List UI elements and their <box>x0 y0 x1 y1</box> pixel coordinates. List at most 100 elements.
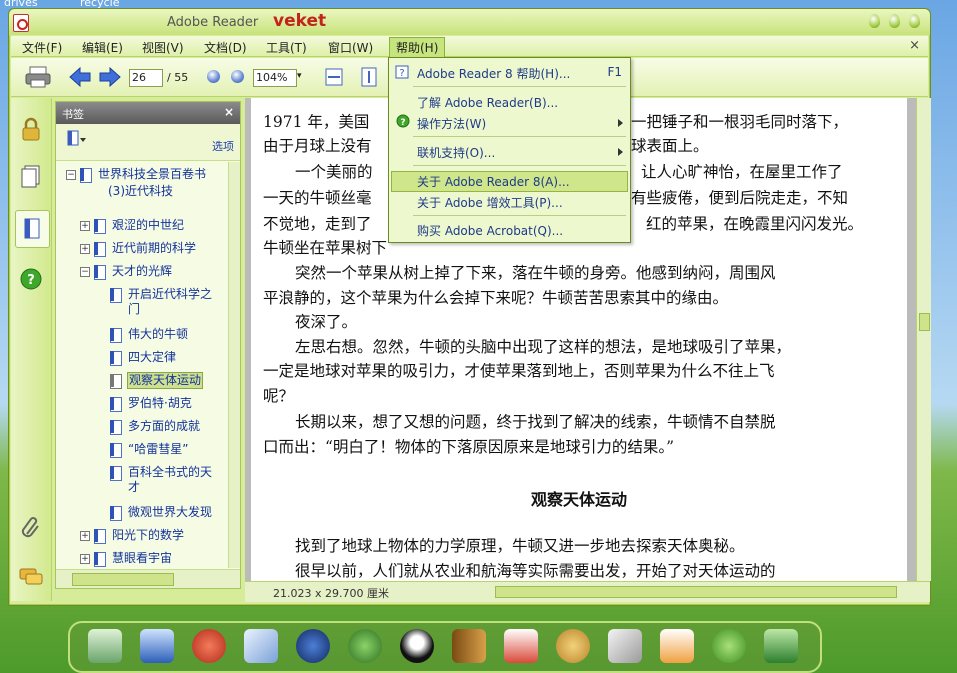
bookmark-item[interactable]: 罗伯特·胡克 <box>128 396 192 411</box>
bookmark-item[interactable]: 微观世界大发现 <box>128 505 212 520</box>
bookmark-item[interactable]: 阳光下的数学 <box>112 528 184 543</box>
menu-view[interactable]: 视图(V) <box>139 39 187 56</box>
expand-icon[interactable]: + <box>80 531 90 541</box>
bookmark-item[interactable]: 慧眼看宇宙 <box>112 551 172 566</box>
camera-icon[interactable] <box>764 629 798 663</box>
zoom-in-icon[interactable] <box>231 70 244 83</box>
scrollbar-thumb[interactable] <box>72 573 174 586</box>
bookmark-icon <box>110 288 122 303</box>
menu-tools[interactable]: 工具(T) <box>263 39 310 56</box>
menu-help[interactable]: 帮助(H) <box>389 37 446 58</box>
bookmark-item-line2[interactable]: 才 <box>128 480 140 495</box>
menu-window[interactable]: 窗口(W) <box>325 39 376 56</box>
pet-icon[interactable] <box>192 629 226 663</box>
menu-item-about-plugins[interactable]: 关于 Adobe 增效工具(P)... <box>417 194 563 211</box>
expand-bookmark-icon[interactable] <box>66 130 88 150</box>
section-heading: 观察天体运动 <box>530 490 627 509</box>
bookmark-item[interactable]: 百科全书式的天 <box>128 465 212 480</box>
bookmark-item[interactable]: 四大定律 <box>128 350 176 365</box>
menu-item-online-support[interactable]: 联机支持(O)... <box>417 144 495 161</box>
menu-edit[interactable]: 编辑(E) <box>79 39 126 56</box>
menu-item-reader-help[interactable]: Adobe Reader 8 帮助(H)... <box>417 65 570 82</box>
close-window-icon[interactable] <box>909 14 920 28</box>
bookmark-item-line2[interactable]: 门 <box>128 302 140 317</box>
palette-icon[interactable] <box>556 629 590 663</box>
media-player-icon[interactable] <box>296 629 330 663</box>
bookmark-item[interactable]: 开启近代科学之 <box>128 287 212 302</box>
doc-line: 夜深了。 <box>295 313 358 331</box>
zoom-select[interactable]: 104% <box>253 69 297 87</box>
scrollbar-thumb[interactable] <box>919 313 930 331</box>
pencil-icon[interactable] <box>244 629 278 663</box>
page-total: / 55 <box>167 71 189 84</box>
menu-bar: 文件(F) 编辑(E) 视图(V) 文档(D) 工具(T) 窗口(W) 帮助(H… <box>11 36 928 58</box>
doc-line: 一定是地球对苹果的吸引力，才使苹果落到地上，否则苹果为什么不往上飞 <box>263 362 775 380</box>
book-icon[interactable] <box>452 629 486 663</box>
bookmarks-horizontal-scrollbar[interactable] <box>56 569 240 588</box>
page-size-label: 21.023 x 29.700 厘米 <box>273 587 389 600</box>
print-icon[interactable] <box>25 65 51 89</box>
chart-icon[interactable] <box>504 629 538 663</box>
collapse-icon[interactable]: − <box>66 170 76 180</box>
forward-arrow-icon[interactable] <box>99 67 121 87</box>
bookmark-item[interactable]: 天才的光辉 <box>112 264 172 279</box>
menu-item-how-to[interactable]: 操作方法(W) <box>417 115 486 132</box>
fit-page-icon[interactable] <box>359 67 379 87</box>
paperclip-icon[interactable] <box>18 514 44 540</box>
document-vertical-scrollbar[interactable] <box>916 98 931 581</box>
close-icon[interactable]: × <box>224 105 234 119</box>
menu-file[interactable]: 文件(F) <box>19 39 65 56</box>
bookmark-item-selected[interactable]: 观察天体运动 <box>127 372 204 389</box>
close-document-icon[interactable]: × <box>909 38 920 53</box>
bookmarks-vertical-scrollbar[interactable] <box>228 162 240 568</box>
expand-icon[interactable]: + <box>80 244 90 254</box>
chevron-down-icon[interactable]: ▾ <box>297 71 302 81</box>
bookmark-icon <box>110 351 122 366</box>
bookmark-item[interactable]: “哈雷彗星” <box>128 442 188 457</box>
menu-item-about-reader[interactable]: 关于 Adobe Reader 8(A)... <box>417 173 570 190</box>
doc-line: 红的苹果，在晚霞里闪闪发光。 <box>646 215 864 233</box>
maximize-icon[interactable] <box>889 14 900 28</box>
zoom-out-icon[interactable] <box>207 70 220 83</box>
menu-document[interactable]: 文档(D) <box>201 39 250 56</box>
expand-icon[interactable]: + <box>80 221 90 231</box>
help-icon[interactable] <box>712 629 746 663</box>
bookmarks-tab[interactable] <box>15 210 50 248</box>
bookmarks-panel: 书签 × 选项 − 世界科技全景百卷书 (3)近代科技 + 艰涩的中世纪 + 近… <box>55 101 241 589</box>
bookmark-item[interactable]: 多方面的成就 <box>128 419 200 434</box>
penguin-icon[interactable] <box>400 629 434 663</box>
usb-drive-icon[interactable] <box>608 629 642 663</box>
doc-line: 左思右想。忽然，牛顿的头脑中出现了这样的想法，是地球吸引了苹果， <box>295 338 792 356</box>
bookmarks-options-button[interactable]: 选项 <box>212 138 234 154</box>
doc-line: 一把锤子和一根羽毛同时落下， <box>631 113 849 131</box>
expand-icon[interactable]: + <box>80 554 90 564</box>
comments-icon[interactable] <box>18 564 44 590</box>
submenu-arrow-icon <box>618 148 623 156</box>
network-users-icon[interactable] <box>348 629 382 663</box>
window-title: Adobe Reader <box>167 15 259 30</box>
status-bar: 21.023 x 29.700 厘米 <box>245 581 930 602</box>
photo-card-icon[interactable] <box>660 629 694 663</box>
bookmark-item[interactable]: 伟大的牛顿 <box>128 327 188 342</box>
collapse-icon[interactable]: − <box>80 267 90 277</box>
page-number-input[interactable]: 26 <box>129 69 163 87</box>
title-bar[interactable]: Adobe Reader veket <box>9 9 930 35</box>
doc-line: 长期以来，想了又想的问题，终于找到了解决的线索，牛顿情不自禁脱 <box>295 413 776 431</box>
menu-separator <box>413 215 626 216</box>
bookmark-item[interactable]: 艰涩的中世纪 <box>112 218 184 233</box>
minimize-icon[interactable] <box>869 14 880 28</box>
fit-width-icon[interactable] <box>324 67 344 87</box>
horizontal-scrollbar-thumb[interactable] <box>495 586 897 598</box>
back-arrow-icon[interactable] <box>69 67 91 87</box>
pages-icon[interactable] <box>18 164 44 190</box>
monitor-icon[interactable] <box>140 629 174 663</box>
bookmark-root-line2[interactable]: (3)近代科技 <box>108 184 173 199</box>
menu-item-buy-acrobat[interactable]: 购买 Adobe Acrobat(Q)... <box>417 222 563 239</box>
bookmark-root[interactable]: 世界科技全景百卷书 <box>98 167 206 182</box>
menu-item-learn-reader[interactable]: 了解 Adobe Reader(B)... <box>417 94 558 111</box>
drawing-tablet-icon[interactable] <box>88 629 122 663</box>
lock-icon[interactable] <box>18 116 44 142</box>
bookmark-item[interactable]: 近代前期的科学 <box>112 241 196 256</box>
doc-line: 找到了地球上物体的力学原理，牛顿又进一步地去探索天体奥秘。 <box>295 537 745 555</box>
help-icon[interactable]: ? <box>18 266 44 292</box>
